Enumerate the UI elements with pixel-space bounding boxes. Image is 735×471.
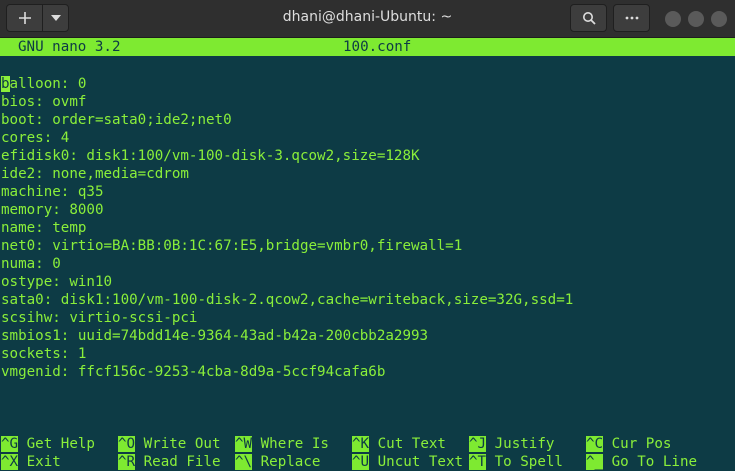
nano-version: GNU nano 3.2 bbox=[18, 39, 121, 55]
shortcut-item[interactable]: ^C Cur Pos bbox=[586, 435, 671, 453]
ellipsis-icon bbox=[625, 16, 638, 20]
shortcut-item[interactable]: ^J Justify bbox=[469, 435, 554, 453]
shortcut-item[interactable]: ^W Where Is bbox=[235, 435, 329, 453]
shortcut-item[interactable]: ^T To Spell bbox=[469, 453, 563, 471]
file-line: balloon: 0 bbox=[1, 76, 87, 92]
nano-header: GNU nano 3.2 100.conf bbox=[0, 38, 735, 56]
search-button[interactable] bbox=[570, 4, 607, 32]
file-line: machine: q35 bbox=[1, 184, 104, 200]
file-line: memory: 8000 bbox=[1, 202, 104, 218]
minimize-button[interactable] bbox=[665, 11, 681, 27]
shortcut-item[interactable]: ^R Read File bbox=[118, 453, 221, 471]
shortcut-key: ^_ bbox=[586, 454, 604, 470]
shortcut-key: ^T bbox=[469, 454, 487, 470]
shortcut-item[interactable]: ^U Uncut Text bbox=[352, 453, 463, 471]
file-line: cores: 4 bbox=[1, 130, 70, 146]
file-line: sata0: disk1:100/vm-100-disk-2.qcow2,cac… bbox=[1, 292, 574, 308]
shortcut-label: Get Help bbox=[26, 436, 95, 452]
shortcut-item[interactable]: ^K Cut Text bbox=[352, 435, 446, 453]
file-line: scsihw: virtio-scsi-pci bbox=[1, 310, 198, 326]
window-titlebar: dhani@dhani-Ubuntu: ~ bbox=[0, 0, 735, 38]
shortcut-key: ^O bbox=[118, 436, 136, 452]
shortcut-label: Uncut Text bbox=[377, 454, 464, 470]
file-line: name: temp bbox=[1, 220, 87, 236]
shortcut-item[interactable]: ^O Write Out bbox=[118, 435, 221, 453]
shortcut-key: ^\ bbox=[235, 454, 253, 470]
shortcut-item[interactable]: ^X Exit bbox=[1, 453, 61, 471]
search-icon bbox=[582, 12, 596, 25]
file-line: sockets: 1 bbox=[1, 346, 87, 362]
nano-filename: 100.conf bbox=[343, 39, 412, 55]
shortcut-item[interactable]: ^_ Go To Line bbox=[586, 453, 697, 471]
file-line: bios: ovmf bbox=[1, 94, 87, 110]
file-line: net0: virtio=BA:BB:0B:1C:67:E5,bridge=vm… bbox=[1, 238, 463, 254]
file-line: boot: order=sata0;ide2;net0 bbox=[1, 112, 232, 128]
file-line: ide2: none,media=cdrom bbox=[1, 166, 189, 182]
shortcut-key: ^C bbox=[586, 436, 604, 452]
shortcut-item[interactable]: ^\ Replace bbox=[235, 453, 320, 471]
menu-button[interactable] bbox=[613, 4, 650, 32]
file-line: ostype: win10 bbox=[1, 274, 113, 290]
shortcut-item[interactable]: ^G Get Help bbox=[1, 435, 95, 453]
maximize-button[interactable] bbox=[688, 11, 704, 27]
shortcut-label: Cur Pos bbox=[611, 436, 672, 452]
shortcut-label: Go To Line bbox=[611, 454, 698, 470]
file-line: numa: 0 bbox=[1, 256, 61, 272]
shortcut-label: To Spell bbox=[494, 454, 563, 470]
shortcut-key: ^R bbox=[118, 454, 136, 470]
file-line: smbios1: uuid=74bdd14e-9364-43ad-b42a-20… bbox=[1, 328, 429, 344]
shortcut-label: Write Out bbox=[143, 436, 221, 452]
shortcut-key: ^U bbox=[352, 454, 370, 470]
shortcut-label: Read File bbox=[143, 454, 221, 470]
close-button[interactable] bbox=[711, 11, 727, 27]
file-line: efidisk0: disk1:100/vm-100-disk-3.qcow2,… bbox=[1, 148, 420, 164]
shortcut-key: ^K bbox=[352, 436, 370, 452]
shortcut-key: ^G bbox=[1, 436, 19, 452]
shortcut-label: Exit bbox=[26, 454, 61, 470]
shortcut-label: Replace bbox=[260, 454, 321, 470]
terminal[interactable]: GNU nano 3.2 100.conf balloon: 0 bios: o… bbox=[0, 38, 735, 471]
shortcut-key: ^X bbox=[1, 454, 19, 470]
cursor: b bbox=[1, 76, 10, 92]
shortcut-label: Justify bbox=[494, 436, 555, 452]
file-line: vmgenid: ffcf156c-9253-4cba-8d9a-5ccf94c… bbox=[1, 364, 386, 380]
shortcut-label: Where Is bbox=[260, 436, 329, 452]
shortcut-label: Cut Text bbox=[377, 436, 446, 452]
shortcut-key: ^W bbox=[235, 436, 253, 452]
shortcut-key: ^J bbox=[469, 436, 487, 452]
